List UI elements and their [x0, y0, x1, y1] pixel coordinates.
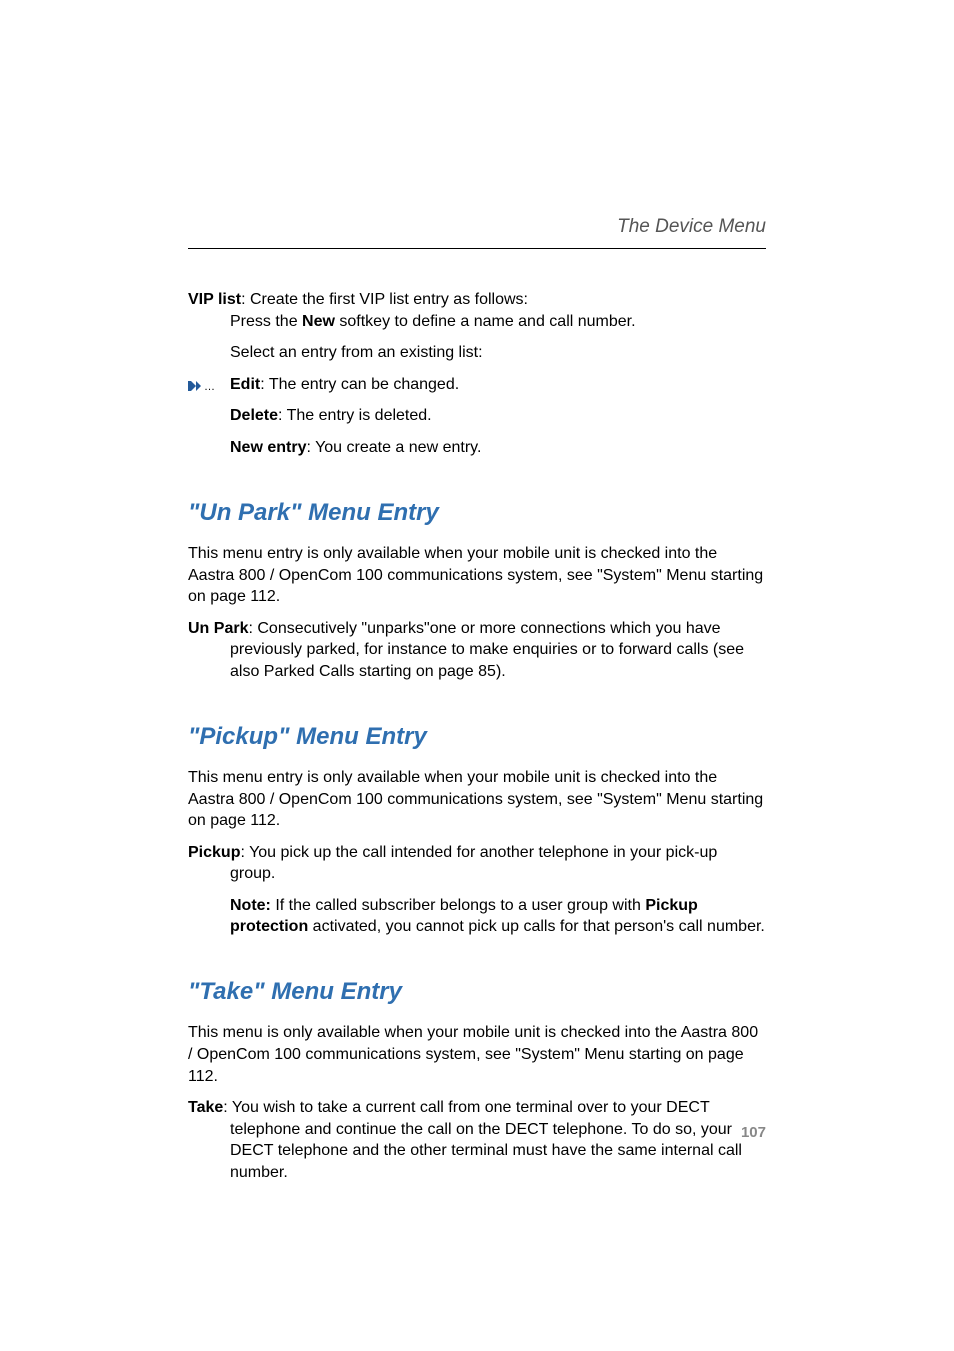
running-header: The Device Menu — [188, 216, 766, 238]
unpark-intro: This menu entry is only available when y… — [188, 543, 766, 608]
pickup-desc: : You pick up the call intended for anot… — [230, 844, 717, 883]
vip-edit-line: … Edit: The entry can be changed. — [188, 374, 766, 396]
vip-select: Select an entry from an existing list: — [188, 342, 766, 364]
vip-newentry-label: New entry — [230, 439, 306, 456]
vip-delete-label: Delete — [230, 407, 278, 424]
pickup-note: Note: If the called subscriber belongs t… — [188, 895, 766, 938]
page: The Device Menu VIP list: Create the fir… — [0, 0, 954, 1184]
body: VIP list: Create the first VIP list entr… — [188, 289, 766, 1184]
svg-text:…: … — [204, 381, 215, 392]
vip-delete-desc: : The entry is deleted. — [278, 407, 432, 424]
page-number: 107 — [741, 1124, 766, 1141]
vip-press-b: softkey to define a name and call number… — [335, 313, 636, 330]
heading-pickup: "Pickup" Menu Entry — [188, 721, 766, 753]
pickup-label: Pickup — [188, 844, 240, 861]
heading-unpark: "Un Park" Menu Entry — [188, 497, 766, 529]
vip-list-desc: : Create the first VIP list entry as fol… — [241, 291, 528, 308]
vip-newentry-line: New entry: You create a new entry. — [188, 437, 766, 459]
take-intro: This menu is only available when your mo… — [188, 1022, 766, 1087]
pickup-note-b: activated, you cannot pick up calls for … — [308, 918, 765, 935]
long-press-icon: … — [188, 376, 218, 398]
unpark-item: Un Park: Consecutively "unparks"one or m… — [188, 618, 766, 683]
vip-press-a: Press the — [230, 313, 302, 330]
vip-edit-desc: : The entry can be changed. — [260, 376, 459, 393]
take-item: Take: You wish to take a current call fr… — [188, 1097, 766, 1183]
vip-delete-line: Delete: The entry is deleted. — [188, 405, 766, 427]
vip-list-line: VIP list: Create the first VIP list entr… — [188, 289, 766, 332]
take-desc: : You wish to take a current call from o… — [223, 1099, 742, 1181]
vip-list-label: VIP list — [188, 291, 241, 308]
unpark-label: Un Park — [188, 620, 248, 637]
pickup-note-a: If the called subscriber belongs to a us… — [271, 897, 645, 914]
pickup-item: Pickup: You pick up the call intended fo… — [188, 842, 766, 885]
header-rule — [188, 248, 766, 249]
heading-take: "Take" Menu Entry — [188, 976, 766, 1008]
unpark-desc: : Consecutively "unparks"one or more con… — [230, 620, 744, 680]
pickup-intro: This menu entry is only available when y… — [188, 767, 766, 832]
vip-edit-label: Edit — [230, 376, 260, 393]
pickup-note-label: Note: — [230, 897, 271, 914]
vip-new: New — [302, 313, 335, 330]
take-label: Take — [188, 1099, 223, 1116]
vip-newentry-desc: : You create a new entry. — [306, 439, 481, 456]
